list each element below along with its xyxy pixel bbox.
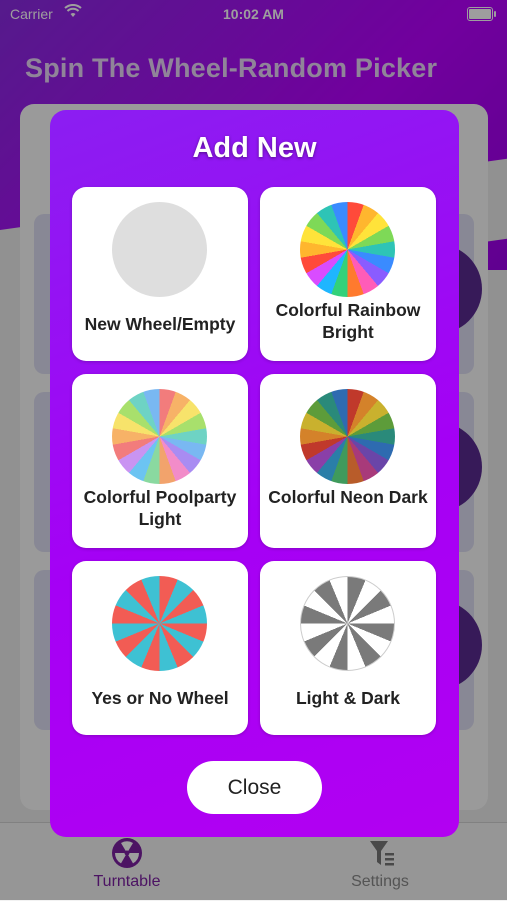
template-label: Colorful Poolparty Light — [83, 487, 237, 529]
add-new-dialog: Add New New Wheel/Empty Colorful Rainbow… — [50, 110, 459, 837]
template-colorful-poolparty-light[interactable]: Colorful Poolparty Light — [72, 374, 248, 548]
template-label: Yes or No Wheel — [91, 688, 229, 708]
template-label: Colorful Neon Dark — [268, 487, 428, 507]
template-label: New Wheel/Empty — [84, 314, 236, 334]
light-dark-wheel-icon — [300, 576, 395, 671]
template-label: Colorful Rainbow Bright — [275, 300, 421, 342]
rainbow-wheel-icon — [300, 202, 395, 297]
template-yes-or-no-wheel[interactable]: Yes or No Wheel — [72, 561, 248, 735]
poolparty-wheel-icon — [112, 389, 207, 484]
empty-wheel-icon — [112, 202, 207, 297]
yes-no-wheel-icon — [112, 576, 207, 671]
template-colorful-rainbow-bright[interactable]: Colorful Rainbow Bright — [260, 187, 436, 361]
template-light-and-dark[interactable]: Light & Dark — [260, 561, 436, 735]
dialog-title: Add New — [192, 132, 317, 164]
neon-wheel-icon — [300, 389, 395, 484]
template-colorful-neon-dark[interactable]: Colorful Neon Dark — [260, 374, 436, 548]
template-new-wheel-empty[interactable]: New Wheel/Empty — [72, 187, 248, 361]
template-label: Light & Dark — [295, 688, 401, 708]
close-button[interactable]: Close — [187, 761, 322, 814]
